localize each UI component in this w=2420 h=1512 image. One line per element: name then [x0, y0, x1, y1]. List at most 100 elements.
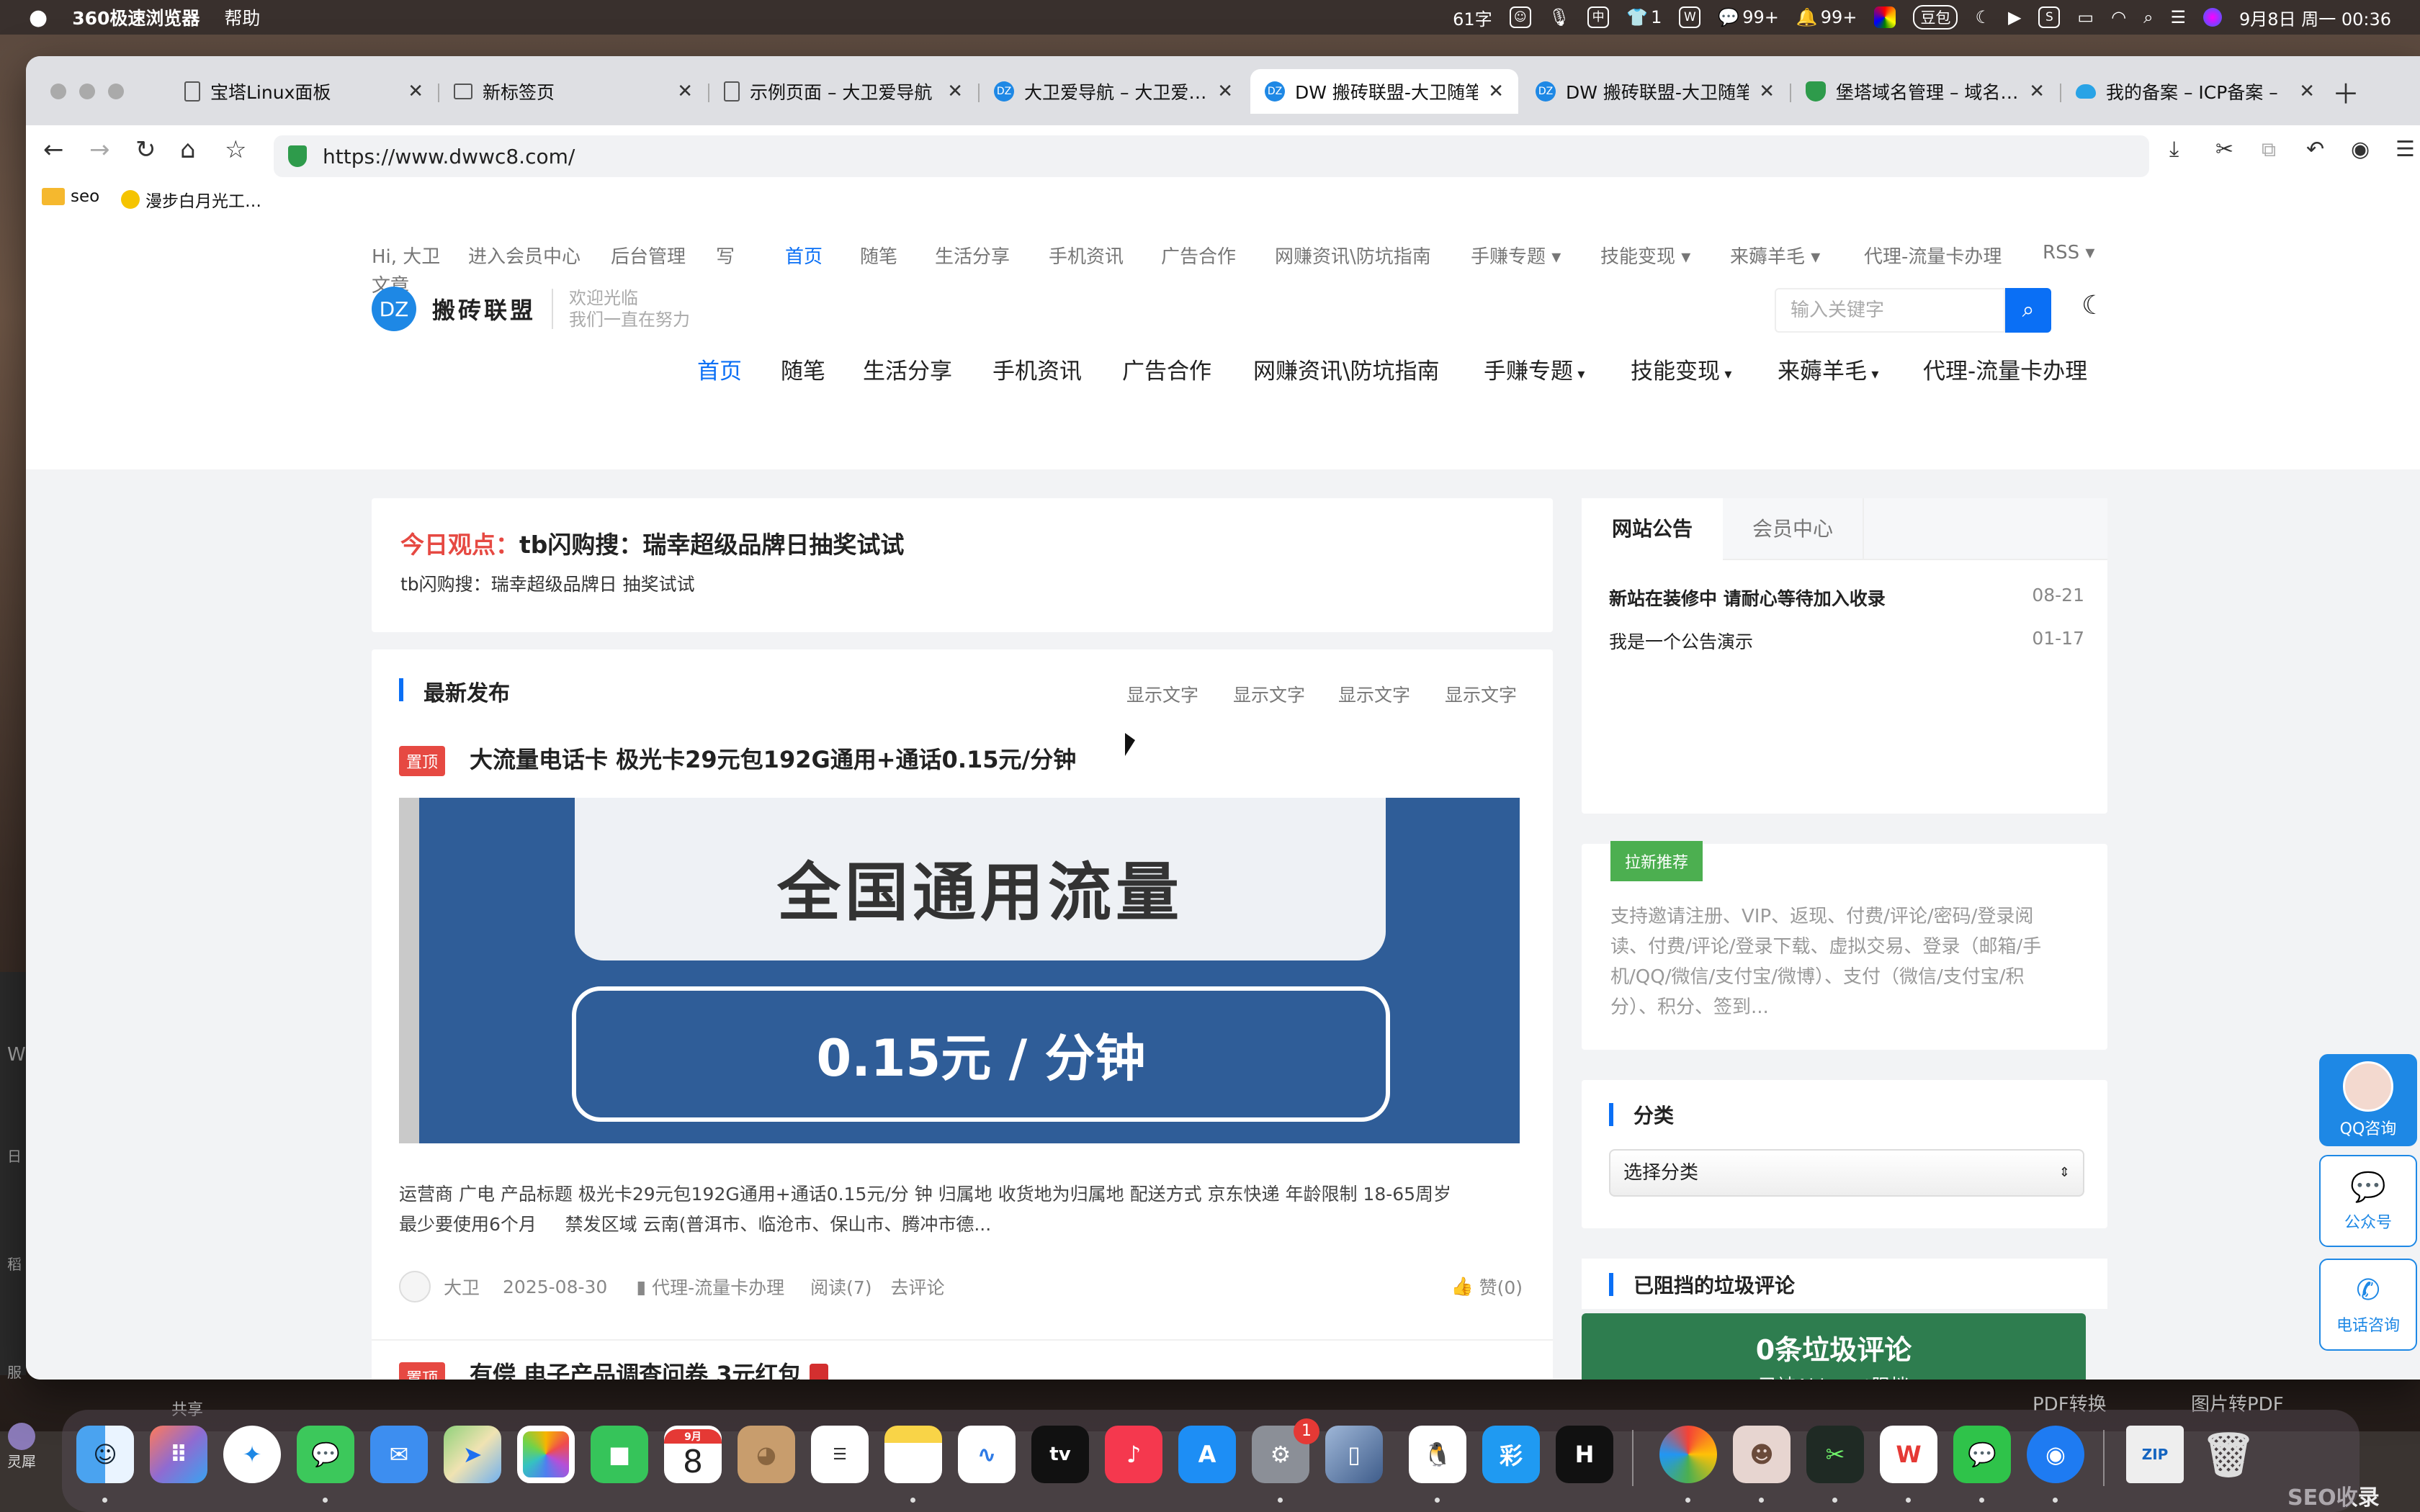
category-select[interactable]: 选择分类 ⇕	[1609, 1149, 2084, 1197]
close-window-button[interactable]	[50, 84, 66, 99]
undo-icon[interactable]: ↶	[2306, 114, 2324, 186]
topnav-phone[interactable]: 手机资讯	[1049, 242, 1124, 269]
home-icon[interactable]: ⌂	[180, 114, 196, 186]
topnav-agent[interactable]: 代理-流量卡办理	[1864, 242, 2002, 269]
menu-icon[interactable]: ☰	[2396, 114, 2415, 186]
notice-item[interactable]: 新站在装修中 请耐心等待加入收录 08-21	[1609, 585, 2084, 611]
360-browser-icon[interactable]	[1659, 1426, 1717, 1483]
scissors-icon[interactable]: ✂	[2215, 114, 2233, 186]
shirt-status[interactable]: 👕 1	[1626, 7, 1662, 27]
mainnav-phone[interactable]: 手机资讯	[992, 353, 1082, 385]
h-app-icon[interactable]: H	[1556, 1426, 1613, 1483]
iphone-mirroring-icon[interactable]: ▯	[1325, 1426, 1383, 1483]
freeform-icon[interactable]: ∿	[958, 1426, 1016, 1483]
reminders-icon[interactable]: ☰	[811, 1426, 869, 1483]
search-input[interactable]: 输入关键字	[1775, 288, 2005, 333]
tab-dw-active[interactable]: DZ DW 搬砖联盟-大卫随笔 ✕	[1250, 69, 1518, 114]
avatar-app-icon[interactable]: ☻	[1733, 1426, 1791, 1483]
caiyun-icon[interactable]: 彩	[1482, 1426, 1540, 1483]
contacts-icon[interactable]: ◕	[738, 1426, 795, 1483]
bookmark-manbu[interactable]: 漫步白月光工…	[121, 187, 261, 212]
topnav-skills[interactable]: 技能变现 ▾	[1600, 242, 1690, 269]
calendar-icon[interactable]: 9月 8	[664, 1426, 722, 1483]
close-icon[interactable]: ✕	[1759, 81, 1775, 102]
wps-icon[interactable]: W	[1679, 6, 1701, 28]
safari-icon[interactable]: ✦	[223, 1426, 281, 1483]
tab-member[interactable]: 会员中心	[1723, 498, 1864, 560]
topnav-wool[interactable]: 来薅羊毛 ▾	[1730, 242, 1820, 269]
close-icon[interactable]: ✕	[1488, 81, 1504, 102]
tab-example[interactable]: 示例页面 – 大卫爱导航 ✕	[709, 69, 977, 114]
avatar[interactable]	[399, 1271, 431, 1302]
site-logo[interactable]: DZ 搬砖联盟 欢迎光临 我们一直在努力	[372, 287, 690, 331]
mainnav-essay[interactable]: 随笔	[781, 353, 825, 385]
like-icon[interactable]: 👍	[1451, 1276, 1473, 1297]
tab-notice[interactable]: 网站公告	[1582, 498, 1723, 562]
music-icon[interactable]: ♪	[1105, 1426, 1162, 1483]
menu-app-name[interactable]: 360极速浏览器	[72, 4, 200, 30]
qq-icon[interactable]: 🐧	[1409, 1426, 1466, 1483]
s-app-icon[interactable]: S	[2038, 6, 2061, 28]
topnav-ads[interactable]: 广告合作	[1161, 242, 1236, 269]
mainnav-shouzhuan[interactable]: 手赚专题 ▾	[1484, 353, 1585, 385]
wifi-icon[interactable]: ◠	[2111, 7, 2126, 27]
photos-icon[interactable]	[517, 1426, 575, 1483]
post-comment-link[interactable]: 去评论	[891, 1274, 945, 1300]
mainnav-guide[interactable]: 网赚资讯\防坑指南	[1253, 353, 1439, 385]
post-thumbnail[interactable]: 全国通用流量 0.15元 / 分钟	[399, 798, 1520, 1143]
mainnav-agent[interactable]: 代理-流量卡办理	[1923, 353, 2087, 385]
wechat-status[interactable]: 💬 99+	[1718, 7, 1779, 27]
tab-dw-2[interactable]: DZ DW 搬砖联盟-大卫随笔 ✕	[1521, 69, 1789, 114]
mainnav-ads[interactable]: 广告合作	[1122, 353, 1211, 385]
mainnav-life[interactable]: 生活分享	[863, 353, 952, 385]
close-icon[interactable]: ✕	[2029, 81, 2045, 102]
topnav-essay[interactable]: 随笔	[860, 242, 897, 269]
close-icon[interactable]: ✕	[1217, 81, 1233, 102]
desktop-lingxi[interactable]: 灵犀	[7, 1423, 36, 1471]
color-app-icon[interactable]	[1874, 6, 1896, 28]
address-bar[interactable]: https://www.dwwc8.com/	[274, 135, 2149, 177]
tab-icp[interactable]: 我的备案 – ICP备案 – ✕	[2061, 69, 2329, 114]
back-icon[interactable]: ←	[43, 114, 64, 186]
notice-item[interactable]: 我是一个公告演示 01-17	[1609, 628, 2084, 654]
post-likes[interactable]: 赞(0)	[1479, 1274, 1523, 1300]
translate-icon[interactable]: ⧉	[2262, 114, 2276, 186]
messages-icon[interactable]: 💬	[297, 1426, 354, 1483]
battery-icon[interactable]: ▭	[2077, 7, 2094, 27]
post-author[interactable]: 大卫	[444, 1274, 480, 1300]
mail-icon[interactable]: ✉	[370, 1426, 428, 1483]
tab-baota[interactable]: 宝塔Linux面板 ✕	[170, 69, 438, 114]
reload-icon[interactable]: ↻	[135, 114, 156, 186]
play-icon[interactable]: ▶	[2008, 7, 2021, 27]
zoom-window-button[interactable]	[108, 84, 124, 99]
search-icon[interactable]: ⌕	[2143, 7, 2153, 27]
today-title[interactable]: 今日观点：tb闪购搜：瑞幸超级品牌日抽奖试试	[400, 526, 904, 560]
control-center-icon[interactable]: ☰	[2171, 7, 2187, 27]
apple-icon[interactable]: ●	[29, 5, 48, 30]
input-method-icon[interactable]: 中	[1587, 6, 1610, 28]
tab-dw-nav[interactable]: DZ 大卫爱导航 – 大卫爱… ✕	[980, 69, 1247, 114]
member-center-link[interactable]: 进入会员中心	[468, 242, 581, 269]
close-icon[interactable]: ✕	[677, 81, 693, 102]
browser-q-icon[interactable]: ◉	[2027, 1426, 2084, 1483]
trash-icon[interactable]: 🗑	[2200, 1426, 2257, 1483]
tv-icon[interactable]: tv	[1031, 1426, 1089, 1483]
bookmark-seo[interactable]: seo	[42, 187, 99, 206]
doubao-badge[interactable]: 豆包	[1913, 5, 1958, 30]
post-title[interactable]: 大流量电话卡 极光卡29元包192G通用+通话0.15元/分钟	[470, 742, 1076, 775]
mainnav-wool[interactable]: 来薅羊毛 ▾	[1778, 353, 1878, 385]
topnav-guide[interactable]: 网赚资讯\防坑指南	[1275, 242, 1431, 269]
dark-mode-icon[interactable]: ☾	[2081, 291, 2105, 320]
new-tab-button[interactable]: ＋	[2332, 72, 2360, 112]
mainnav-skills[interactable]: 技能变现 ▾	[1631, 353, 1731, 385]
post-category[interactable]: 代理-流量卡办理	[652, 1274, 784, 1300]
menu-help[interactable]: 帮助	[224, 4, 260, 30]
mic-icon[interactable]: 🎙	[1549, 7, 1570, 27]
tab-domain[interactable]: 堡塔域名管理 – 域名… ✕	[1791, 69, 2059, 114]
official-account-button[interactable]: 💬 公众号	[2319, 1155, 2417, 1247]
post-title[interactable]: 有偿 电子产品调查问卷 3元红包	[470, 1356, 828, 1380]
siri-icon[interactable]	[2203, 8, 2223, 27]
facetime-icon[interactable]: ■	[591, 1426, 648, 1483]
topnav-rss[interactable]: RSS ▾	[2043, 242, 2094, 264]
account-icon[interactable]: ◉	[2351, 114, 2370, 186]
